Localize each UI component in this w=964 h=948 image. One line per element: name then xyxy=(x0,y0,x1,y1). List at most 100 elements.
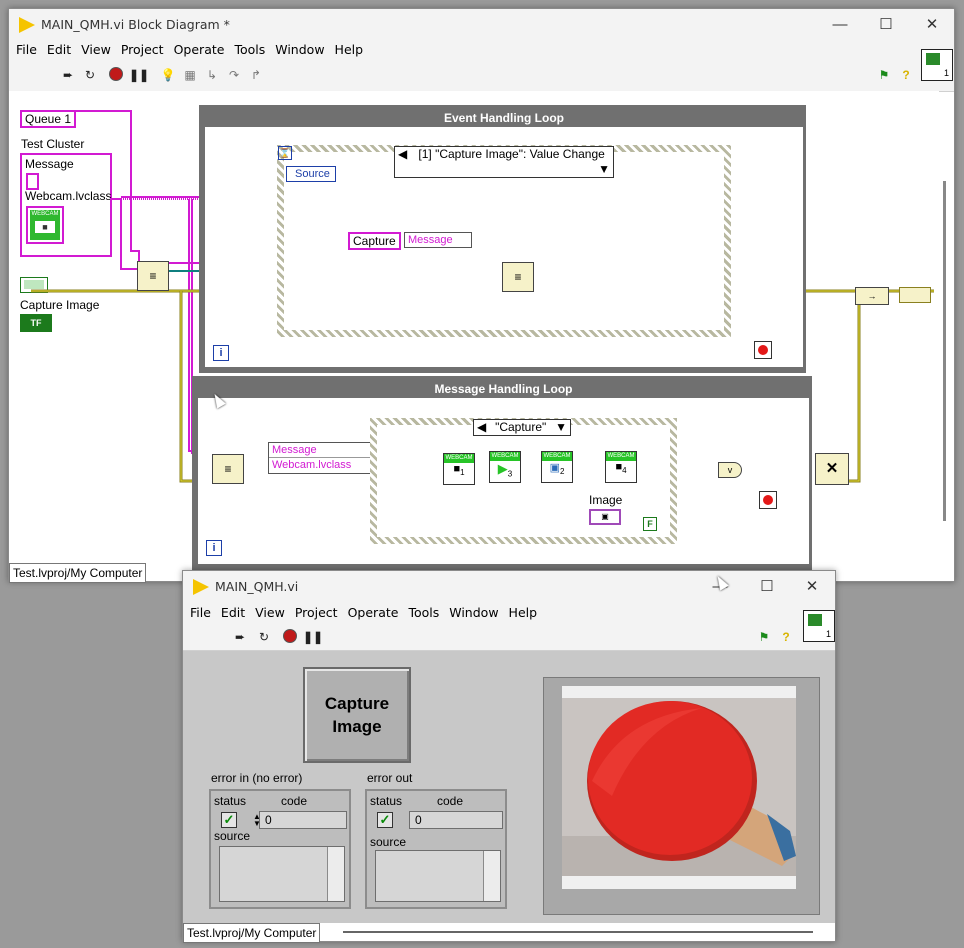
menu-help[interactable]: Help xyxy=(330,39,369,61)
event-timeout-icon: ⌛ xyxy=(278,146,292,160)
pause-icon[interactable]: ❚❚ xyxy=(129,67,149,83)
maximize-button[interactable]: ☐ xyxy=(869,13,903,37)
fp-run-continuously-icon[interactable]: ↻ xyxy=(255,629,273,645)
fp-labview-logo-icon xyxy=(193,579,209,595)
error-out-title: error out xyxy=(367,771,413,785)
fp-menu-project[interactable]: Project xyxy=(290,602,343,624)
message-case-label: "Capture" xyxy=(495,420,547,434)
close-button[interactable]: ✕ xyxy=(915,13,949,37)
webcam-close-node[interactable]: WEBCAM ■4 xyxy=(605,451,637,483)
menu-operate[interactable]: Operate xyxy=(169,39,230,61)
fp-panel: Capture Image error in (no error) status… xyxy=(183,651,835,923)
fp-run-arrow-icon[interactable]: ➨ xyxy=(231,629,249,645)
image-frame xyxy=(562,686,796,889)
unbundle-message-field: Message xyxy=(269,443,371,458)
run-arrow-icon[interactable]: ➨ xyxy=(59,67,77,83)
context-help-icon[interactable]: ⚑ xyxy=(875,67,893,83)
fp-menu-operate[interactable]: Operate xyxy=(343,602,404,624)
message-handling-loop[interactable]: Message Handling Loop i ≡ Message Webcam… xyxy=(192,376,812,570)
fp-menu-view[interactable]: View xyxy=(250,602,290,624)
merge-errors-node[interactable]: → xyxy=(855,287,889,305)
event-case-selector[interactable]: ◀ [1] "Capture Image": Value Change ▼ xyxy=(394,146,614,178)
error-in-code-value: 0 xyxy=(265,813,272,827)
minimize-button[interactable]: — xyxy=(823,13,857,37)
error-in-status-checkbox[interactable]: ✓ xyxy=(221,812,237,828)
bundle-by-name-node[interactable]: Message xyxy=(404,232,472,248)
event-handling-loop[interactable]: Event Handling Loop i ⌛ ◀ [1] "Capture I… xyxy=(199,105,806,373)
webcam-open-node[interactable]: WEBCAM ■1 xyxy=(443,453,475,485)
fp-maximize-button[interactable]: ☐ xyxy=(750,575,784,599)
message-loop-iteration-terminal: i xyxy=(206,540,222,556)
capture-image-button[interactable]: Capture Image xyxy=(303,667,411,763)
event-loop-stop-terminal xyxy=(754,341,772,359)
fp-help-question-icon[interactable]: ? xyxy=(777,629,795,645)
dequeue-element-node[interactable]: ≡ xyxy=(212,454,244,484)
error-in-source-field[interactable] xyxy=(219,846,345,902)
event-prev-arrow-icon[interactable]: ◀ xyxy=(395,147,410,162)
step-into-icon[interactable]: ↳ xyxy=(203,67,221,83)
fp-pause-icon[interactable]: ❚❚ xyxy=(303,629,323,645)
help-question-icon[interactable]: ? xyxy=(897,67,915,83)
block-diagram-window: MAIN_QMH.vi Block Diagram * — ☐ ✕ File Ed… xyxy=(8,8,955,583)
retain-wire-values-icon[interactable]: ▦ xyxy=(181,67,199,83)
event-dropdown-arrow-icon[interactable]: ▼ xyxy=(595,162,613,177)
image-indicator-terminal: ▣ xyxy=(589,509,621,525)
error-in-code-field[interactable]: 0 xyxy=(259,811,347,829)
error-in-source-scrollbar[interactable] xyxy=(327,847,344,901)
error-out-source-scrollbar[interactable] xyxy=(483,851,500,901)
message-prev-arrow-icon[interactable]: ◀ xyxy=(474,420,489,435)
webcam-grab-label: WEBCAM xyxy=(542,452,572,461)
obtain-queue-node[interactable]: ≡ xyxy=(137,261,169,291)
fp-menu-window[interactable]: Window xyxy=(444,602,503,624)
error-out-terminal xyxy=(899,287,931,303)
enqueue-element-node[interactable]: ≡ xyxy=(502,262,534,292)
error-out-source-field xyxy=(375,850,501,902)
fp-menu-tools[interactable]: Tools xyxy=(403,602,444,624)
step-out-icon[interactable]: ↱ xyxy=(247,67,265,83)
fp-menu-file[interactable]: File xyxy=(185,602,216,624)
webcam-start-node[interactable]: WEBCAM ▶3 xyxy=(489,451,521,483)
run-continuously-icon[interactable]: ↻ xyxy=(81,67,99,83)
labview-logo-icon xyxy=(19,17,35,33)
image-indicator-label: Image xyxy=(589,493,623,507)
vertical-scrollbar[interactable] xyxy=(943,181,946,521)
fp-abort-icon[interactable] xyxy=(281,629,299,645)
error-out-code-value: 0 xyxy=(415,813,422,827)
unbundle-webcam-field: Webcam.lvclass xyxy=(272,459,352,471)
release-queue-node[interactable]: ✕ xyxy=(815,453,849,485)
menu-project[interactable]: Project xyxy=(116,39,169,61)
step-1-label: 1 xyxy=(460,468,465,478)
highlight-execution-icon[interactable]: 💡 xyxy=(159,67,177,83)
fp-menu-help[interactable]: Help xyxy=(504,602,543,624)
menu-edit[interactable]: Edit xyxy=(42,39,76,61)
abort-icon[interactable] xyxy=(107,67,125,83)
ping-pong-paddle-image xyxy=(562,686,796,889)
diagram-canvas[interactable]: Queue 1 Test Cluster Message Webcam.lvcl… xyxy=(9,91,946,570)
image-display xyxy=(543,677,820,915)
camera-close-icon: ■4 xyxy=(615,461,627,476)
fp-close-button[interactable]: ✕ xyxy=(795,575,829,599)
message-case-selector[interactable]: ◀ "Capture" ▼ xyxy=(473,419,571,436)
step-4-label: 4 xyxy=(622,466,627,476)
menu-window[interactable]: Window xyxy=(270,39,329,61)
or-function-node: v xyxy=(718,462,742,478)
fp-horizontal-scrollbar[interactable] xyxy=(343,931,813,933)
unbundle-by-name-node[interactable]: Message Webcam.lvclass xyxy=(268,442,372,474)
fp-context-help-icon[interactable]: ⚑ xyxy=(755,629,773,645)
event-structure[interactable]: ⌛ ◀ [1] "Capture Image": Value Change ▼ … xyxy=(277,145,731,337)
capture-string-constant[interactable]: Capture xyxy=(348,232,401,250)
menu-file[interactable]: File xyxy=(11,39,42,61)
menu-tools[interactable]: Tools xyxy=(229,39,270,61)
error-in-source-label: source xyxy=(214,829,251,843)
case-structure[interactable]: ◀ "Capture" ▼ WEBCAM ■1 WEBCAM ▶3 WEBCAM… xyxy=(370,418,677,544)
error-in-cluster[interactable]: status code ✓ ▲ ▼ 0 source xyxy=(209,789,351,909)
bundle-message-field: Message xyxy=(408,234,453,246)
message-loop-stop-terminal xyxy=(759,491,777,509)
webcam-grab-node[interactable]: WEBCAM ▣2 xyxy=(541,451,573,483)
false-constant[interactable]: F xyxy=(643,517,657,531)
step-over-icon[interactable]: ↷ xyxy=(225,67,243,83)
error-in-status-label: status xyxy=(214,794,247,808)
message-dropdown-arrow-icon[interactable]: ▼ xyxy=(552,420,570,435)
menu-view[interactable]: View xyxy=(76,39,116,61)
fp-menu-edit[interactable]: Edit xyxy=(216,602,250,624)
